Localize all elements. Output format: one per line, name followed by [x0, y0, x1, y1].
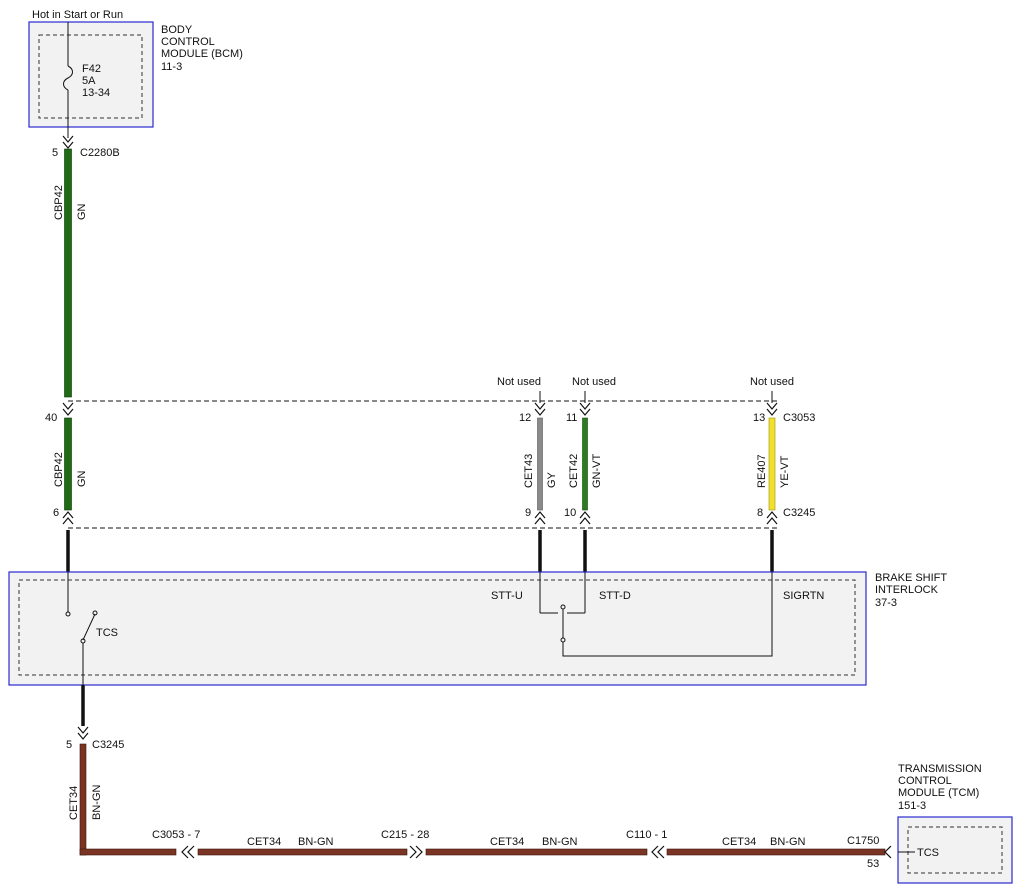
c2280b-id: C2280B	[80, 147, 120, 159]
tcm-connector-pin: 53	[867, 858, 879, 870]
wire-cet34-color: BN-GN	[91, 785, 103, 821]
tcm-name-line-3: MODULE (TCM)	[898, 787, 979, 799]
c215-28-terminal-icon	[409, 845, 417, 859]
segment-2-color: BN-GN	[542, 836, 578, 848]
pin-40-terminal-icon	[62, 402, 74, 410]
pin-6-label: 6	[53, 507, 59, 519]
wire-cbp42-mid	[64, 417, 72, 511]
c110-1-terminal-icon	[651, 845, 659, 859]
bcm-name-line-3: MODULE (BCM)	[161, 48, 243, 60]
pin-8-label: 8	[757, 507, 763, 519]
bsi-pin-stt-u: STT-U	[491, 590, 523, 602]
c1750-terminal-icon	[884, 845, 892, 859]
c3053-7-socket-icon	[187, 845, 195, 859]
pin-9-label: 9	[525, 507, 531, 519]
pin-40-label: 40	[45, 412, 57, 424]
wire-re407-circuit: RE407	[756, 454, 768, 488]
wire-cet43-circuit: CET43	[523, 454, 535, 488]
wire-cet42-circuit: CET42	[568, 454, 580, 488]
fuse-location: 13-34	[82, 87, 110, 99]
segment-3-circuit: CET34	[722, 836, 756, 848]
inline-connector-c3053-7: C3053 - 7	[152, 829, 200, 841]
bsi-module-box	[8, 571, 867, 686]
wire-cbp42-top-circuit: CBP42	[53, 185, 65, 220]
tcm-connector-id: C1750	[847, 835, 879, 847]
bsi-pin-sigrtn: SIGRTN	[783, 590, 824, 602]
not-used-label-12: Not used	[497, 376, 541, 388]
bsi-pin-stt-d: STT-D	[599, 590, 631, 602]
wire-cbp42-top-color: GN	[76, 203, 88, 220]
wire-cet42-color: GN-VT	[591, 454, 603, 489]
pin-9-socket-icon	[534, 517, 546, 525]
bsi-out-pin: 5	[66, 739, 72, 751]
bsi-name-line-3: 37-3	[875, 597, 897, 609]
wire-cet34-circuit: CET34	[68, 786, 80, 820]
wire-cet42	[582, 417, 588, 511]
pin-11-terminal-icon	[579, 402, 591, 410]
inline-connector-c215-28: C215 - 28	[381, 829, 429, 841]
pin-5-terminal-icon	[77, 726, 89, 734]
wire-cbp42-mid-color: GN	[76, 470, 88, 487]
wire-cet34-seg-3	[666, 848, 886, 856]
pin-10-socket-icon	[579, 517, 591, 525]
pin-8-socket-icon	[766, 517, 778, 525]
wire-cet34-vertical	[79, 743, 87, 856]
c2280b-pin: 5	[52, 147, 58, 159]
c110-1-socket-icon	[657, 845, 665, 859]
wire-cet43-color: GY	[546, 471, 558, 488]
pin-12-terminal-icon	[534, 402, 546, 410]
bsi-name-line-1: BRAKE SHIFT	[875, 572, 947, 584]
not-used-label-13: Not used	[750, 376, 794, 388]
segment-1-circuit: CET34	[247, 836, 281, 848]
segment-2-circuit: CET34	[490, 836, 524, 848]
fuse-rating: 5A	[82, 75, 96, 87]
wire-cbp42-top	[64, 148, 72, 398]
wire-cbp42-mid-circuit: CBP42	[53, 452, 65, 487]
wire-re407	[768, 417, 776, 511]
wire-cet43	[537, 417, 543, 511]
c3053-7-terminal-icon	[181, 845, 189, 859]
wire-re407-color: YE-VT	[779, 455, 791, 488]
bcm-name-line-1: BODY	[161, 24, 193, 36]
fuse-name: F42	[82, 63, 101, 75]
pin-10-label: 10	[564, 507, 576, 519]
tcm-name-line-2: CONTROL	[898, 775, 952, 787]
pin-6-socket-icon	[62, 517, 74, 525]
tcm-internal-label: TCS	[917, 847, 939, 859]
segment-3-color: BN-GN	[770, 836, 806, 848]
bsi-out-connector-id: C3245	[92, 739, 124, 751]
bsi-name-line-2: INTERLOCK	[875, 584, 939, 596]
bcm-name-line-4: 11-3	[161, 61, 182, 73]
pin-13-label: 13	[753, 412, 765, 424]
wire-cet34-seg-1	[197, 848, 408, 856]
inline-connector-c110-1: C110 - 1	[626, 829, 667, 841]
wire-cet34-seg-0	[79, 848, 177, 856]
c3245-id: C3245	[783, 507, 815, 519]
wiring-diagram: Hot in Start or Run BODY CONTROL MODULE …	[8, 9, 1013, 884]
c3053-id: C3053	[783, 412, 815, 424]
tcm-name-line-1: TRANSMISSION	[898, 763, 982, 775]
pin-13-terminal-icon	[766, 402, 778, 410]
pin-11-label: 11	[566, 412, 577, 424]
not-used-label-11: Not used	[572, 376, 616, 388]
pin-12-label: 12	[519, 412, 531, 424]
segment-1-color: BN-GN	[298, 836, 334, 848]
c215-28-socket-icon	[415, 845, 423, 859]
tcs-switch-label: TCS	[96, 627, 118, 639]
tcm-name-line-4: 151-3	[898, 800, 926, 812]
supply-label: Hot in Start or Run	[32, 9, 123, 21]
bcm-name-line-2: CONTROL	[161, 36, 215, 48]
wire-cet34-seg-2	[425, 848, 648, 856]
